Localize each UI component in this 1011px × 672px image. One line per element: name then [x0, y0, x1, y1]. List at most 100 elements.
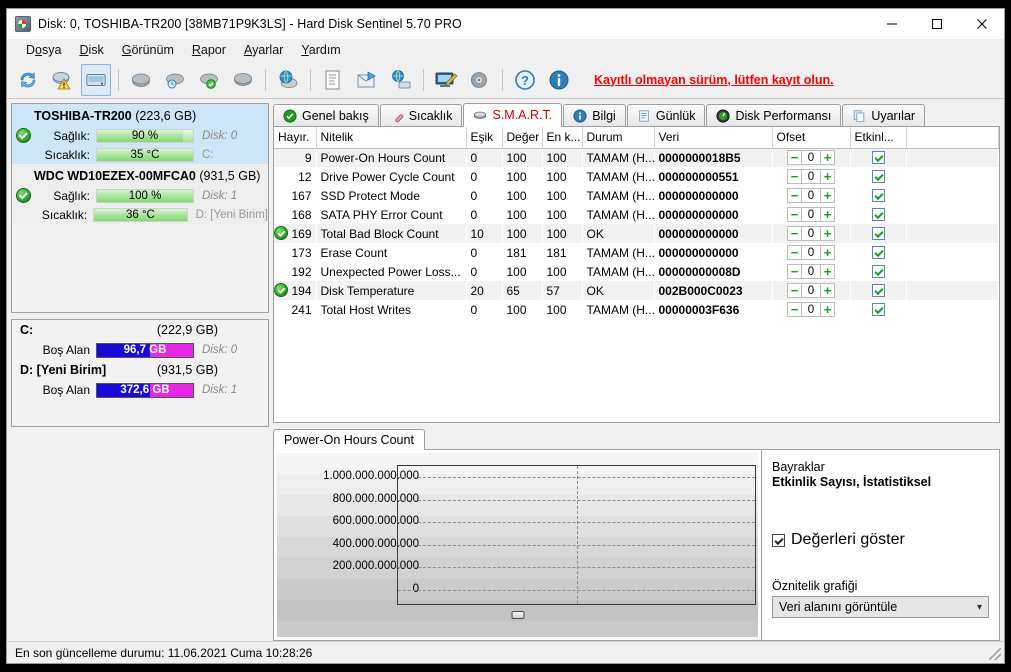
row-offset-spinner[interactable]: −0 + — [772, 300, 850, 319]
chart-scroll-handle[interactable] — [511, 611, 524, 619]
tab-smart[interactable]: S.M.A.R.T. — [463, 103, 563, 127]
resize-grip[interactable] — [989, 648, 1001, 660]
table-row[interactable]: 241 Total Host Writes 0 100 100 TAMAM (H... 00… — [274, 300, 999, 319]
row-enabled-checkbox[interactable] — [850, 186, 906, 205]
row-offset-spinner[interactable]: −0 + — [772, 281, 850, 300]
offset-plus-button[interactable]: + — [820, 245, 835, 260]
offset-minus-button[interactable]: − — [787, 283, 802, 298]
network-disk-icon[interactable] — [386, 64, 416, 96]
col-hayir[interactable]: Hayır. — [274, 127, 317, 149]
table-row[interactable]: 194 Disk Temperature 20 65 57 OK 002B000C0023−… — [274, 281, 999, 300]
chart-tab-power-on-hours[interactable]: Power-On Hours Count — [273, 429, 425, 450]
maximize-button[interactable] — [914, 9, 959, 39]
tab-genel-bakis[interactable]: Genel bakış — [273, 104, 379, 126]
col-en-kotu[interactable]: En k... — [542, 127, 583, 149]
row-enabled-checkbox[interactable] — [850, 243, 906, 262]
col-veri[interactable]: Veri — [654, 127, 773, 149]
tab-gunluk[interactable]: Günlük — [626, 104, 706, 126]
tab-bilgi[interactable]: Bilgi — [563, 104, 626, 126]
col-deger[interactable]: Değer — [502, 127, 543, 149]
table-row[interactable]: 12 Drive Power Cycle Count 0 100 100 TAMAM (H… — [274, 167, 999, 186]
menu-rapor[interactable]: Rapor — [183, 41, 235, 59]
row-offset-spinner[interactable]: −0 + — [772, 205, 850, 224]
offset-minus-button[interactable]: − — [787, 150, 802, 166]
col-esik[interactable]: Eşik — [466, 127, 503, 149]
row-enabled-checkbox[interactable] — [850, 262, 906, 281]
toolbar-separator — [265, 68, 266, 91]
minimize-button[interactable] — [869, 9, 914, 39]
col-ofset[interactable]: Ofset — [772, 127, 851, 149]
offset-plus-button[interactable]: + — [820, 283, 835, 298]
offset-minus-button[interactable]: − — [787, 207, 802, 222]
offset-minus-button[interactable]: − — [787, 264, 802, 279]
tab-label: S.M.A.R.T. — [492, 108, 553, 122]
row-offset-spinner[interactable]: −0 + — [772, 167, 850, 186]
attribute-graph-select[interactable]: Veri alanını görüntüle ▾ — [772, 596, 989, 618]
disk-clock-icon[interactable] — [160, 64, 190, 96]
disk-item-0[interactable]: TOSHIBA-TR200 (223,6 GB) Sağlık: 90 % Di… — [12, 104, 268, 164]
help-icon[interactable]: ? — [510, 64, 540, 96]
chart-plot[interactable]: 0 200.000.000.000 400.000.000.000 600.000.0… — [277, 453, 758, 637]
row-offset-spinner[interactable]: −0 + — [772, 186, 850, 205]
disk-item-1[interactable]: WDC WD10EZEX-00MFCA0 (931,5 GB) Sağlık: … — [12, 164, 268, 224]
offset-plus-button[interactable]: + — [820, 302, 835, 317]
offset-minus-button[interactable]: − — [787, 169, 802, 184]
offset-plus-button[interactable]: + — [820, 150, 835, 166]
table-row[interactable]: 192 Unexpected Power Loss... 0 100 100 TAMAM … — [274, 262, 999, 281]
col-etkinlik[interactable]: Etkinl... — [850, 127, 907, 149]
offset-minus-button[interactable]: − — [787, 188, 802, 203]
register-link[interactable]: Kayıtlı olmayan sürüm, lütfen kayıt olun… — [594, 73, 834, 87]
disk-overview-icon[interactable] — [81, 63, 111, 96]
menu-disk[interactable]: Disk — [70, 41, 112, 59]
disk-globe-icon[interactable] — [273, 64, 303, 96]
disk-cloud-icon[interactable] — [228, 64, 258, 96]
offset-minus-button[interactable]: − — [787, 226, 802, 241]
close-button[interactable] — [959, 9, 1004, 39]
disk-ok-icon[interactable] — [194, 64, 224, 96]
table-row[interactable]: 168 SATA PHY Error Count 0 100 100 TAMAM (H..… — [274, 205, 999, 224]
offset-plus-button[interactable]: + — [820, 207, 835, 222]
copy-pages-icon — [854, 109, 865, 122]
tab-disk-performansi[interactable]: Disk Performansı — [706, 104, 842, 126]
col-nitelik[interactable]: Nitelik — [316, 127, 467, 149]
menu-dosya[interactable]: Dosya — [17, 41, 70, 59]
refresh-icon[interactable] — [13, 64, 43, 96]
tab-sicaklik[interactable]: Sıcaklık — [379, 104, 463, 126]
table-row[interactable]: 9 Power-On Hours Count 0 100 100 TAMAM (H... 0… — [274, 148, 999, 167]
volume-item-0[interactable]: C: (222,9 GB) Boş Alan 96,7 GB Disk: 0 — [12, 320, 268, 360]
show-values-checkbox[interactable]: Değerleri göster — [772, 531, 989, 549]
row-offset-spinner[interactable]: −0 + — [772, 243, 850, 262]
offset-plus-button[interactable]: + — [820, 264, 835, 279]
row-enabled-checkbox[interactable] — [850, 224, 906, 243]
table-row[interactable]: 173 Erase Count 0 181 181 TAMAM (H... 00000000… — [274, 243, 999, 262]
row-enabled-checkbox[interactable] — [850, 205, 906, 224]
row-enabled-checkbox[interactable] — [850, 300, 906, 319]
menu-yardim[interactable]: Yardım — [292, 41, 349, 59]
menu-ayarlar[interactable]: Ayarlar — [235, 41, 292, 59]
col-durum[interactable]: Durum — [582, 127, 655, 149]
row-offset-spinner[interactable]: −0 + — [772, 262, 850, 281]
offset-plus-button[interactable]: + — [820, 226, 835, 241]
row-offset-spinner[interactable]: −0 + — [772, 224, 850, 243]
row-offset-spinner[interactable]: −0 + — [772, 148, 850, 167]
table-row[interactable]: 169 Total Bad Block Count 10 100 100 OK 000000… — [274, 224, 999, 243]
table-row[interactable]: 167 SSD Protect Mode 0 100 100 TAMAM (H... 000… — [274, 186, 999, 205]
disk-remove-icon[interactable] — [126, 64, 156, 96]
row-enabled-checkbox[interactable] — [850, 281, 906, 300]
offset-plus-button[interactable]: + — [820, 169, 835, 184]
send-report-icon[interactable] — [352, 64, 382, 96]
info-icon[interactable] — [544, 64, 574, 96]
offset-minus-button[interactable]: − — [787, 302, 802, 317]
alert-disk-icon[interactable] — [47, 64, 77, 96]
offset-minus-button[interactable]: − — [787, 245, 802, 260]
volume-0-free-value: 96,7 GB — [123, 344, 167, 356]
row-enabled-checkbox[interactable] — [850, 167, 906, 186]
row-enabled-checkbox[interactable] — [850, 148, 906, 167]
menu-gorunum[interactable]: Görünüm — [113, 41, 183, 59]
tab-uyarilar[interactable]: Uyarılar — [842, 104, 926, 126]
configure-icon[interactable] — [431, 64, 461, 96]
offset-plus-button[interactable]: + — [820, 188, 835, 203]
volume-item-1[interactable]: D: [Yeni Birim] (931,5 GB) Boş Alan 372,… — [12, 360, 268, 400]
disk-stack-icon[interactable] — [465, 64, 495, 96]
report-icon[interactable] — [318, 64, 348, 96]
